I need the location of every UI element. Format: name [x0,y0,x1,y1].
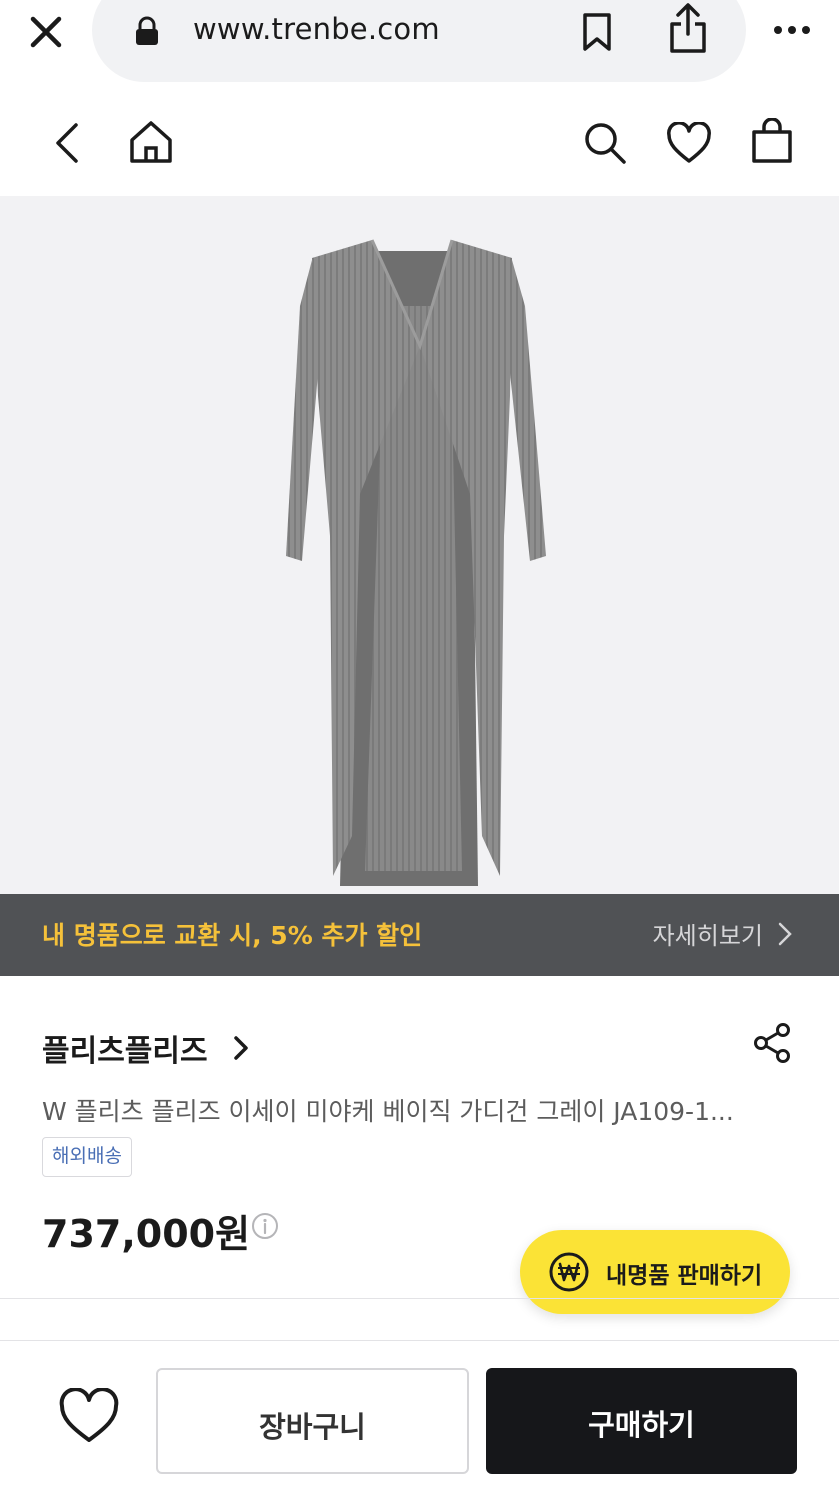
wishlist-heart-icon[interactable] [58,1388,120,1444]
shopping-bag-icon[interactable] [750,118,794,164]
search-icon[interactable] [582,120,628,166]
add-to-cart-button[interactable]: 장바구니 [156,1368,469,1474]
browser-bar: www.trenbe.com [0,0,839,90]
brand-name: 플리츠플리즈 [42,1034,208,1069]
brand-link[interactable]: 플리츠플리즈 [42,1026,248,1070]
home-icon[interactable] [128,120,174,164]
sell-my-item-button[interactable]: 내명품 판매하기 [520,1230,790,1314]
sell-button-label: 내명품 판매하기 [606,1263,763,1289]
url-text[interactable]: www.trenbe.com [193,12,440,46]
product-title: W 플리츠 플리즈 이세이 미야케 베이직 가디건 그레이 JA109-1... [42,1097,734,1126]
promo-banner[interactable]: 내 명품으로 교환 시, 5% 추가 할인 자세히보기 [0,894,839,976]
heart-icon[interactable] [666,122,712,164]
cart-button-label: 장바구니 [259,1410,366,1444]
close-icon[interactable] [26,12,66,52]
bookmark-icon[interactable] [580,12,614,52]
product-price: 737,000원 [42,1212,251,1256]
more-icon[interactable] [772,20,812,40]
promo-link-label: 자세히보기 [652,922,763,950]
chevron-right-icon [778,922,792,946]
chevron-right-icon [234,1036,248,1060]
lock-icon [136,16,158,45]
divider [0,1340,839,1341]
share-nodes-icon[interactable] [752,1022,792,1064]
back-icon[interactable] [52,122,82,164]
shipping-badge: 해외배송 [42,1137,132,1177]
won-coin-icon [549,1252,589,1292]
buy-button-label: 구매하기 [588,1408,695,1442]
share-icon[interactable] [668,2,708,54]
cardigan-image [286,239,546,886]
product-image[interactable] [0,196,839,894]
promo-link[interactable]: 자세히보기 [653,916,789,951]
buy-now-button[interactable]: 구매하기 [486,1368,797,1474]
divider [0,1298,839,1299]
app-header [0,100,839,196]
info-icon[interactable] [251,1212,279,1240]
promo-text: 내 명품으로 교환 시, 5% 추가 할인 [42,921,423,950]
